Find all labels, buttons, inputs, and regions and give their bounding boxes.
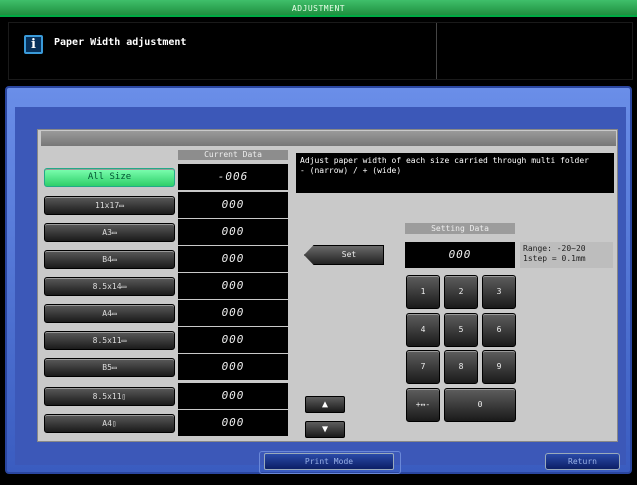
setting-data-value: 000 [405,242,515,268]
current-data-value: 000 [178,192,288,218]
key-plus-minus[interactable]: +↔- [406,388,440,422]
size-button-b4[interactable]: B4▭ [44,250,175,269]
step-label: 1step = 0.1mm [523,254,586,263]
key-0[interactable]: 0 [444,388,516,422]
set-button[interactable]: Set [304,245,384,265]
setting-data-header: Setting Data [405,223,515,234]
message-area: i Paper Width adjustment [8,22,633,80]
size-button-all-size[interactable]: All Size [44,168,175,187]
key-7[interactable]: 7 [406,350,440,384]
description-line-1: Adjust paper width of each size carried … [300,156,589,165]
arrow-down-icon: ▼ [321,424,329,435]
return-button[interactable]: Return [545,453,620,470]
current-data-value: 000 [178,354,288,380]
size-button-a4-portrait[interactable]: A4▯ [44,414,175,433]
panel-header-bar [41,131,616,146]
arrow-up-button[interactable]: ▲ [305,396,345,413]
description-box: Adjust paper width of each size carried … [296,153,614,193]
info-icon: i [24,35,43,54]
size-button-8-5x14[interactable]: 8.5x14▭ [44,277,175,296]
window-title-bar: ADJUSTMENT [0,0,637,17]
key-5[interactable]: 5 [444,313,478,347]
key-3[interactable]: 3 [482,275,516,309]
print-mode-button[interactable]: Print Mode [259,451,401,474]
message-divider [436,23,437,79]
range-label: Range: -20~20 [523,244,586,253]
key-6[interactable]: 6 [482,313,516,347]
key-4[interactable]: 4 [406,313,440,347]
current-data-value: 000 [178,219,288,245]
arrow-down-button[interactable]: ▼ [305,421,345,438]
key-1[interactable]: 1 [406,275,440,309]
size-button-8-5x11[interactable]: 8.5x11▭ [44,331,175,350]
current-data-value: 000 [178,410,288,436]
arrow-up-icon: ▲ [321,399,329,410]
size-button-8-5x11-portrait[interactable]: 8.5x11▯ [44,387,175,406]
range-info: Range: -20~20 1step = 0.1mm [520,242,613,268]
size-button-a3[interactable]: A3▭ [44,223,175,242]
description-line-2: - (narrow) / + (wide) [300,166,402,175]
current-data-header: Current Data [178,150,288,160]
current-data-value: -006 [178,164,288,190]
size-button-b5[interactable]: B5▭ [44,358,175,377]
current-data-value: 000 [178,383,288,409]
key-9[interactable]: 9 [482,350,516,384]
current-data-value: 000 [178,300,288,326]
current-data-value: 000 [178,327,288,353]
current-data-value: 000 [178,246,288,272]
key-8[interactable]: 8 [444,350,478,384]
current-data-value: 000 [178,273,288,299]
key-2[interactable]: 2 [444,275,478,309]
window-title: ADJUSTMENT [291,4,346,13]
size-button-a4[interactable]: A4▭ [44,304,175,323]
message-text: Paper Width adjustment [54,37,187,48]
size-button-11x17[interactable]: 11x17▭ [44,196,175,215]
